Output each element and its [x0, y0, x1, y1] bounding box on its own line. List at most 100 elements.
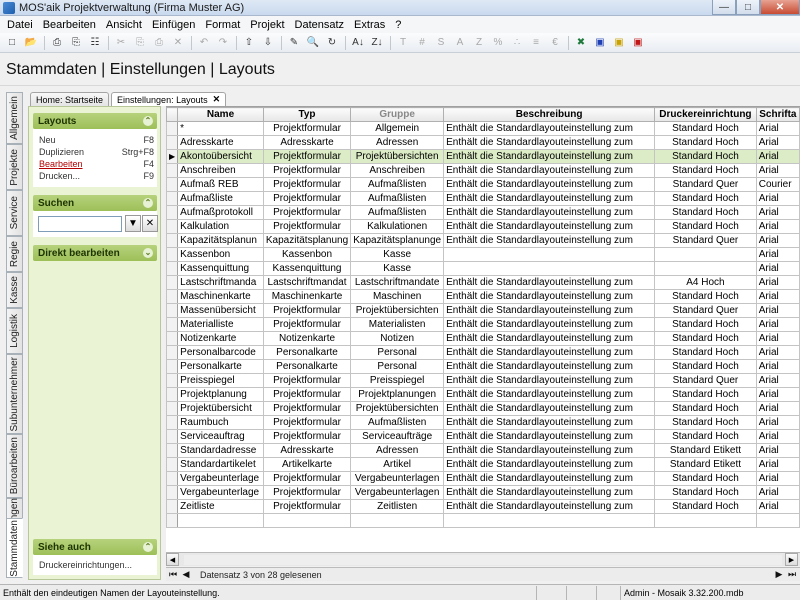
table-row[interactable]: Personalkarte Personalkarte Personal Enthäl…	[166, 359, 800, 374]
grid-format-icon[interactable]: ≡	[527, 35, 545, 51]
cell-group[interactable]: Aufmaßlisten	[350, 205, 445, 220]
cell-font[interactable]: Arial	[755, 485, 800, 500]
cell-printer[interactable]: Standard Hoch	[654, 205, 757, 220]
cell-group[interactable]: Kasse	[350, 247, 445, 262]
table-row[interactable]: Kassenbon Kassenbon Kasse Arial	[166, 247, 800, 262]
cell-group[interactable]: Projektübersichten	[350, 149, 445, 164]
cell-name[interactable]: Notizenkarte	[177, 331, 264, 346]
maximize-button[interactable]: □	[736, 0, 760, 15]
row-selector[interactable]	[166, 205, 179, 220]
cell-name[interactable]: Vergabeunterlage	[177, 485, 264, 500]
s-format-icon[interactable]: S	[432, 35, 450, 51]
cell-printer[interactable]: Standard Hoch	[654, 387, 757, 402]
row-selector[interactable]	[166, 401, 179, 416]
expand-icon[interactable]: ⌄	[143, 248, 153, 258]
cell-font[interactable]: Arial	[755, 331, 800, 346]
tab-bueroarbeiten[interactable]: Büroarbeiten	[6, 434, 23, 498]
cell-printer[interactable]	[654, 247, 757, 262]
cell-name[interactable]: Vergabeunterlage	[177, 471, 264, 486]
row-selector[interactable]	[166, 289, 179, 304]
table-row[interactable]: Preisspiegel Projektformular Preisspiegel E…	[166, 373, 800, 388]
menu-datensatz[interactable]: Datensatz	[290, 19, 350, 31]
cell-font[interactable]: Arial	[755, 219, 800, 234]
cell-font[interactable]: Arial	[755, 443, 800, 458]
cell-group[interactable]: Notizen	[350, 331, 445, 346]
cell-type[interactable]: Adresskarte	[262, 135, 352, 150]
doctab-home[interactable]: Home: Startseite	[30, 92, 110, 106]
cell-printer[interactable]: Standard Hoch	[654, 149, 757, 164]
table-row[interactable]: Raumbuch Projektformular Aufmaßlisten Enthä…	[166, 415, 800, 430]
table-row[interactable]: Materialliste Projektformular Materialiste…	[166, 317, 800, 332]
cell-type[interactable]: Projektformular	[262, 415, 352, 430]
cell-font[interactable]: Arial	[755, 359, 800, 374]
cell-printer[interactable]: Standard Hoch	[654, 317, 757, 332]
cell-group[interactable]: Materialisten	[350, 317, 445, 332]
cell-name[interactable]: Zeitliste	[177, 499, 264, 514]
action-new[interactable]: Neu F8	[39, 135, 154, 147]
row-selector[interactable]	[166, 345, 179, 360]
cell-type[interactable]: Projektformular	[262, 471, 352, 486]
table-row[interactable]: Aufmaßprotokoll Projektformular Aufmaßlist…	[166, 205, 800, 220]
cell-name[interactable]: Lastschriftmanda	[177, 275, 264, 290]
cell-font[interactable]: Arial	[755, 429, 800, 444]
close-tab-icon[interactable]: ✕	[213, 94, 221, 105]
table-row[interactable]: * Projektformular Allgemein Enthält die Sta…	[166, 121, 800, 136]
tab-regie[interactable]: Regie	[6, 236, 23, 272]
cell-printer[interactable]: Standard Hoch	[654, 471, 757, 486]
row-selector[interactable]	[166, 191, 179, 206]
table-row[interactable]: Zeitliste Projektformular Zeitlisten Enthäl…	[166, 499, 800, 514]
cell-font[interactable]: Arial	[755, 303, 800, 318]
cell-group[interactable]: Artikel	[350, 457, 445, 472]
cell-printer[interactable]: Standard Hoch	[654, 331, 757, 346]
a-format-icon[interactable]: A	[451, 35, 469, 51]
cell-printer[interactable]	[654, 261, 757, 276]
row-selector[interactable]	[166, 485, 179, 500]
sort-ascending-icon[interactable]: A↓	[349, 35, 367, 51]
search-section-header[interactable]: Suchen ⌃	[33, 195, 157, 211]
row-selector[interactable]	[166, 331, 179, 346]
minimize-button[interactable]: —	[712, 0, 736, 15]
column-header-group[interactable]: Gruppe	[350, 107, 445, 122]
cell-type[interactable]: Notizenkarte	[262, 331, 352, 346]
cell-description[interactable]: Enthält die Standardlayouteinstellung zu…	[443, 191, 656, 206]
table-row[interactable]: Projektplanung Projektformular Projektplan…	[166, 387, 800, 402]
cell-type[interactable]: Projektformular	[262, 149, 352, 164]
cell-type[interactable]: Projektformular	[262, 485, 352, 500]
cell-type[interactable]: Adresskarte	[262, 443, 352, 458]
cell-group[interactable]: Zeitlisten	[350, 499, 445, 514]
cell-printer[interactable]: Standard Hoch	[654, 163, 757, 178]
cell-name[interactable]: Anschreiben	[177, 163, 264, 178]
arrow-up-icon[interactable]: ⇧	[240, 35, 258, 51]
table-row[interactable]: Massenübersicht Projektformular Projektübe…	[166, 303, 800, 318]
row-selector[interactable]	[166, 247, 179, 262]
see-also-section-header[interactable]: Siehe auch ⌃	[33, 539, 157, 555]
currency-icon[interactable]: €	[546, 35, 564, 51]
cell-description[interactable]: Enthält die Standardlayouteinstellung zu…	[443, 275, 656, 290]
cell-name[interactable]: *	[177, 121, 264, 136]
cell-name[interactable]: Aufmaß REB	[177, 177, 264, 192]
table-row[interactable]: Personalbarcode Personalkarte Personal Enth…	[166, 345, 800, 360]
cell-printer[interactable]: Standard Hoch	[654, 219, 757, 234]
cell-font[interactable]: Arial	[755, 121, 800, 136]
cell-font[interactable]: Courier	[755, 177, 800, 192]
cell-font[interactable]: Arial	[755, 457, 800, 472]
cell-name[interactable]: Materialliste	[177, 317, 264, 332]
cell-printer[interactable]: Standard Quer	[654, 177, 757, 192]
scroll-track[interactable]	[184, 555, 782, 565]
cell-type[interactable]: Projektformular	[262, 317, 352, 332]
menu-extras[interactable]: Extras	[349, 19, 390, 31]
cell-group[interactable]: Kalkulationen	[350, 219, 445, 234]
menu-einfuegen[interactable]: Einfügen	[147, 19, 200, 31]
table-row[interactable]: Kalkulation Projektformular Kalkulationen E…	[166, 219, 800, 234]
cell-type[interactable]: Projektformular	[262, 121, 352, 136]
search-clear-icon[interactable]: ✕	[142, 215, 158, 232]
cell-type[interactable]: Projektformular	[262, 401, 352, 416]
cell-name[interactable]: Preisspiegel	[177, 373, 264, 388]
cell-group[interactable]: Adressen	[350, 443, 445, 458]
arrow-down-icon[interactable]: ⇩	[259, 35, 277, 51]
row-selector[interactable]	[166, 429, 179, 444]
row-selector[interactable]	[166, 135, 179, 150]
cell-name[interactable]: Kapazitätsplanun	[177, 233, 264, 248]
cell-font[interactable]: Arial	[755, 247, 800, 262]
tab-service[interactable]: Service	[6, 190, 23, 236]
